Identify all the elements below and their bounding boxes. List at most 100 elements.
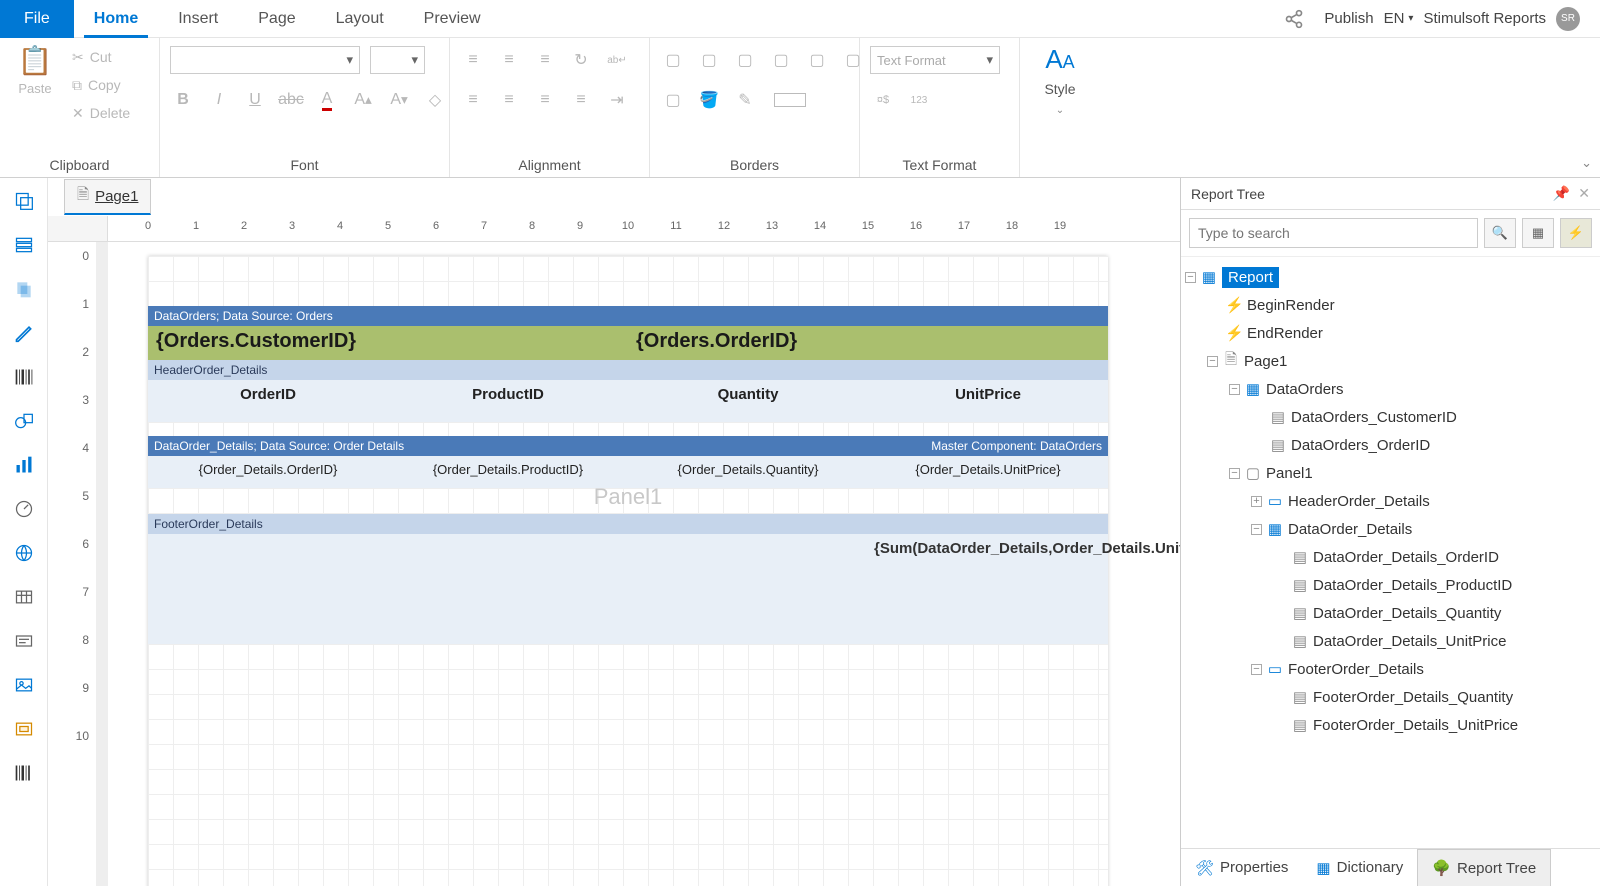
search-input[interactable] xyxy=(1189,218,1478,248)
col-orderid[interactable]: OrderID xyxy=(148,380,388,422)
tree-dataorderdetails[interactable]: −▦DataOrder_Details xyxy=(1185,515,1596,543)
strikethrough-button[interactable]: abc xyxy=(278,87,304,113)
col-quantity[interactable]: Quantity xyxy=(628,380,868,422)
tool-barcode[interactable] xyxy=(11,364,37,390)
align-top-button[interactable]: ≡ xyxy=(460,47,486,73)
delete-button[interactable]: ✕Delete xyxy=(68,100,134,126)
ruler-vertical[interactable]: 012345678910 xyxy=(48,242,108,886)
band-dataorders-header[interactable]: DataOrders; Data Source: Orders xyxy=(148,306,1108,326)
border-top-button[interactable]: ▢ xyxy=(768,47,794,73)
tool-select[interactable] xyxy=(11,188,37,214)
detail-unitprice[interactable]: {Order_Details.UnitPrice} xyxy=(868,456,1108,488)
menu-preview[interactable]: Preview xyxy=(404,0,501,38)
detail-quantity[interactable]: {Order_Details.Quantity} xyxy=(628,456,868,488)
font-size-combo[interactable]: ▾ xyxy=(370,46,425,74)
rotate-text-button[interactable]: ↻ xyxy=(568,47,594,73)
tree-endrender[interactable]: ⚡EndRender xyxy=(1185,319,1596,347)
col-unitprice[interactable]: UnitPrice xyxy=(868,380,1108,422)
cell-orderid[interactable]: {Orders.OrderID} xyxy=(628,326,1108,360)
tool-table[interactable] xyxy=(11,584,37,610)
increase-font-button[interactable]: A▴ xyxy=(350,87,376,113)
align-left-button[interactable]: ≡ xyxy=(460,87,486,113)
font-color-button[interactable]: A xyxy=(314,87,340,113)
tree-page1[interactable]: −🗎Page1 xyxy=(1185,347,1596,375)
align-center-button[interactable]: ≡ xyxy=(496,87,522,113)
language-selector[interactable]: EN▾ xyxy=(1384,10,1414,27)
tool-barcode2[interactable] xyxy=(11,760,37,786)
report-page[interactable]: DataOrders; Data Source: Orders {Orders.… xyxy=(148,256,1108,886)
tool-copy[interactable] xyxy=(11,276,37,302)
border-outer-button[interactable]: ▢ xyxy=(660,87,686,113)
border-left-button[interactable]: ▢ xyxy=(732,47,758,73)
tree-dod-orderid[interactable]: ▤DataOrder_Details_OrderID xyxy=(1185,543,1596,571)
text-format-combo[interactable]: Text Format▾ xyxy=(870,46,1000,74)
border-right-button[interactable]: ▢ xyxy=(804,47,830,73)
detail-row[interactable]: {Order_Details.OrderID} {Order_Details.P… xyxy=(148,456,1108,488)
tool-image[interactable] xyxy=(11,672,37,698)
band-footerorderdetails[interactable]: FooterOrder_Details xyxy=(148,514,1108,534)
user-avatar[interactable]: SR xyxy=(1556,7,1580,31)
menu-page[interactable]: Page xyxy=(238,0,315,38)
header-columns-row[interactable]: OrderID ProductID Quantity UnitPrice xyxy=(148,380,1108,422)
tool-gauge[interactable] xyxy=(11,496,37,522)
tree-footerorderdetails[interactable]: −▭FooterOrder_Details xyxy=(1185,655,1596,683)
view-grid-button[interactable]: ▦ xyxy=(1522,218,1554,248)
footer-body[interactable]: {Sum(DataOrder_Details,Order_Details.Uni… xyxy=(148,534,1108,604)
italic-button[interactable]: I xyxy=(206,87,232,113)
menu-home[interactable]: Home xyxy=(74,0,158,38)
detail-orderid[interactable]: {Order_Details.OrderID} xyxy=(148,456,388,488)
border-all-button[interactable]: ▢ xyxy=(660,47,686,73)
number-format-button[interactable]: 123 xyxy=(906,87,932,113)
clear-format-button[interactable]: ◇ xyxy=(422,87,448,113)
tool-chart[interactable] xyxy=(11,452,37,478)
style-button[interactable]: AA Style ⌄ xyxy=(1030,44,1090,116)
align-justify-button[interactable]: ≡ xyxy=(568,87,594,113)
tool-map[interactable] xyxy=(11,540,37,566)
underline-button[interactable]: U xyxy=(242,87,268,113)
border-color-button[interactable]: ✎ xyxy=(732,87,758,113)
tool-pen[interactable] xyxy=(11,320,37,346)
view-events-button[interactable]: ⚡ xyxy=(1560,218,1592,248)
tree-dod-quantity[interactable]: ▤DataOrder_Details_Quantity xyxy=(1185,599,1596,627)
menu-layout[interactable]: Layout xyxy=(316,0,404,38)
report-tree[interactable]: −▦Report ⚡BeginRender ⚡EndRender −🗎Page1… xyxy=(1181,257,1600,848)
ribbon-collapse-icon[interactable]: ⌄ xyxy=(1581,155,1592,171)
tree-dataorders-orderid[interactable]: ▤DataOrders_OrderID xyxy=(1185,431,1596,459)
tool-shape[interactable] xyxy=(11,408,37,434)
tree-beginrender[interactable]: ⚡BeginRender xyxy=(1185,291,1596,319)
wrap-text-button[interactable]: ab↵ xyxy=(604,47,630,73)
tree-report[interactable]: −▦Report xyxy=(1185,263,1596,291)
pin-icon[interactable]: 📌 xyxy=(1553,185,1570,202)
tool-subreport[interactable] xyxy=(11,716,37,742)
tool-data[interactable] xyxy=(11,232,37,258)
indent-button[interactable]: ⇥ xyxy=(604,87,630,113)
tab-report-tree[interactable]: 🌳Report Tree xyxy=(1417,849,1551,886)
search-button[interactable]: 🔍 xyxy=(1484,218,1516,248)
tree-dod-unitprice[interactable]: ▤DataOrder_Details_UnitPrice xyxy=(1185,627,1596,655)
tree-fod-unitprice[interactable]: ▤FooterOrder_Details_UnitPrice xyxy=(1185,711,1596,739)
tool-text[interactable] xyxy=(11,628,37,654)
font-name-combo[interactable]: ▾ xyxy=(170,46,360,74)
border-style-button[interactable] xyxy=(768,87,812,113)
copy-button[interactable]: ⧉Copy xyxy=(68,72,134,98)
cut-button[interactable]: ✂Cut xyxy=(68,44,134,70)
align-middle-button[interactable]: ≡ xyxy=(496,47,522,73)
tab-properties[interactable]: 🛠Properties xyxy=(1181,849,1302,886)
menu-file[interactable]: File xyxy=(0,0,74,38)
cell-customerid[interactable]: {Orders.CustomerID} xyxy=(148,326,628,360)
tab-dictionary[interactable]: ▦Dictionary xyxy=(1302,849,1417,886)
page-surface[interactable]: DataOrders; Data Source: Orders {Orders.… xyxy=(108,242,1180,886)
share-icon[interactable] xyxy=(1284,9,1304,29)
ruler-horizontal[interactable]: 012345678910111213141516171819 xyxy=(108,216,1180,242)
border-none-button[interactable]: ▢ xyxy=(696,47,722,73)
fill-color-button[interactable]: 🪣 xyxy=(696,87,722,113)
align-right-button[interactable]: ≡ xyxy=(532,87,558,113)
tree-dataorders-customerid[interactable]: ▤DataOrders_CustomerID xyxy=(1185,403,1596,431)
detail-productid[interactable]: {Order_Details.ProductID} xyxy=(388,456,628,488)
band-dataorderdetails-header[interactable]: DataOrder_Details; Data Source: Order De… xyxy=(148,436,1108,456)
col-productid[interactable]: ProductID xyxy=(388,380,628,422)
band-dataorders-body[interactable]: {Orders.CustomerID} {Orders.OrderID} xyxy=(148,326,1108,360)
menu-insert[interactable]: Insert xyxy=(158,0,238,38)
paste-button[interactable]: 📋 Paste xyxy=(10,44,60,96)
currency-format-button[interactable]: ¤$ xyxy=(870,87,896,113)
